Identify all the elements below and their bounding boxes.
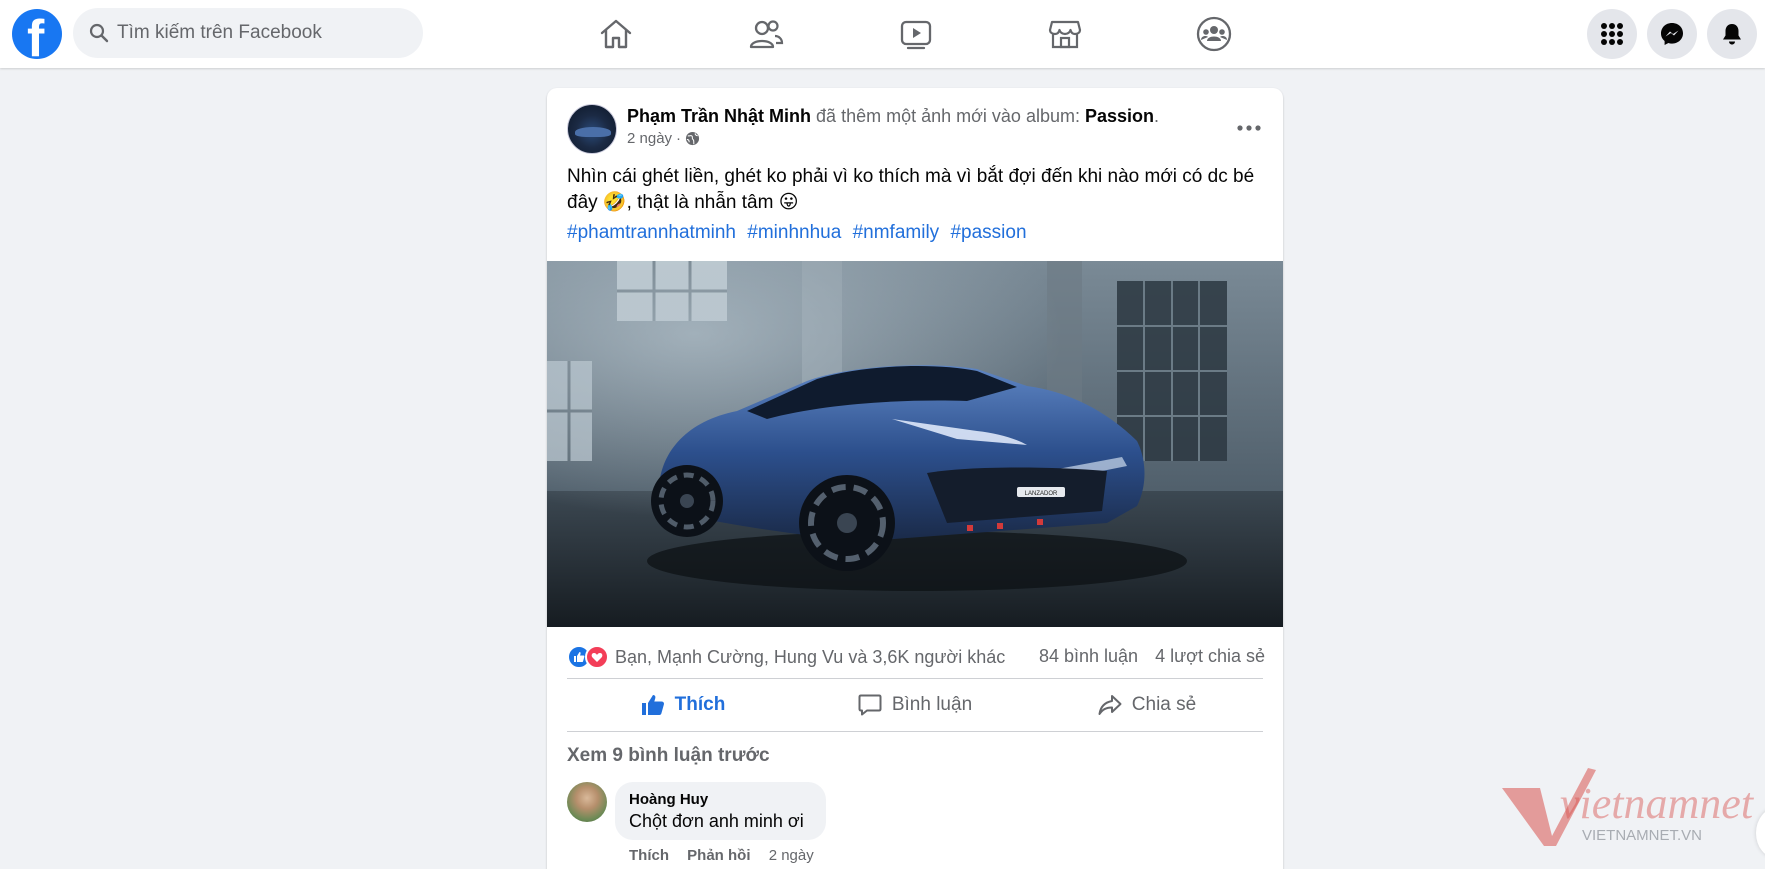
messenger-icon[interactable] bbox=[1647, 9, 1697, 59]
marketplace-icon[interactable] bbox=[1035, 12, 1095, 56]
notifications-bell-icon[interactable] bbox=[1707, 9, 1757, 59]
like-label: Thích bbox=[674, 694, 726, 715]
comment-time[interactable]: 2 ngày bbox=[769, 847, 814, 864]
post-action-text: đã thêm một ảnh mới vào album: bbox=[816, 106, 1080, 126]
post-actions: Thích Bình luận Chia sẻ bbox=[567, 680, 1263, 730]
tongue-emoji: 😛 bbox=[778, 192, 799, 213]
post-text-part-a: đây bbox=[567, 192, 598, 213]
hashtag-link[interactable]: #phamtrannhatminh bbox=[567, 222, 736, 243]
comment-like-link[interactable]: Thích bbox=[629, 847, 669, 864]
friends-icon[interactable] bbox=[736, 12, 796, 56]
post-text-line-2: đây 🤣, thật là nhẫn tâm 😛 bbox=[567, 190, 1267, 216]
post-text-part-b: , thật là nhẫn tâm bbox=[626, 192, 774, 213]
rofl-emoji: 🤣 bbox=[602, 192, 627, 213]
share-icon bbox=[1098, 695, 1122, 715]
love-reaction-icon bbox=[585, 645, 609, 669]
album-suffix: . bbox=[1154, 106, 1160, 126]
post-text-line-1: Nhìn cái ghét liền, ghét ko phải vì ko t… bbox=[567, 166, 1255, 187]
comment-icon bbox=[858, 694, 882, 716]
divider bbox=[567, 731, 1263, 732]
commenter-name[interactable]: Hoàng Huy bbox=[629, 790, 812, 809]
globe-icon bbox=[685, 131, 700, 146]
post-header: Phạm Trần Nhật Minh đã thêm một ảnh mới … bbox=[627, 104, 1159, 128]
hashtag-link[interactable]: #nmfamily bbox=[853, 222, 940, 243]
shares-count[interactable]: 4 lượt chia sẻ bbox=[1155, 646, 1265, 666]
vietnamnet-watermark: vietnamnet VIETNAMNET.VN bbox=[1500, 758, 1760, 848]
hashtag-link[interactable]: #minhnhua bbox=[747, 222, 841, 243]
search-input[interactable] bbox=[117, 8, 407, 58]
share-label: Chia sẻ bbox=[1131, 694, 1197, 715]
thumbs-up-icon bbox=[641, 695, 664, 715]
hashtag-link[interactable]: #passion bbox=[950, 222, 1026, 243]
comment-text: Chột đơn anh minh ơi bbox=[629, 811, 804, 831]
search-icon bbox=[89, 23, 109, 43]
car-photo-illustration: LANZADOR bbox=[547, 261, 1283, 627]
search-box[interactable] bbox=[73, 8, 423, 58]
author-avatar[interactable] bbox=[567, 104, 617, 154]
author-name[interactable]: Phạm Trần Nhật Minh bbox=[627, 106, 811, 126]
album-link[interactable]: Passion bbox=[1085, 106, 1154, 126]
car-plate-text: LANZADOR bbox=[1025, 491, 1058, 497]
reactions-summary[interactable]: Bạn, Mạnh Cường, Hung Vu và 3,6K người k… bbox=[567, 642, 1005, 672]
menu-grid-icon[interactable] bbox=[1587, 9, 1637, 59]
engagement-counts: 84 bình luận 4 lượt chia sẻ bbox=[1027, 646, 1265, 667]
groups-icon[interactable] bbox=[1184, 12, 1244, 56]
post-meta: 2 ngày · bbox=[627, 130, 700, 147]
post-text: Nhìn cái ghét liền, ghét ko phải vì ko t… bbox=[567, 164, 1267, 216]
divider bbox=[567, 678, 1263, 679]
commenter-avatar[interactable] bbox=[567, 782, 607, 822]
hashtags: #phamtrannhatminh #minhnhua #nmfamily #p… bbox=[567, 222, 1033, 244]
watermark-domain: VIETNAMNET.VN bbox=[1582, 827, 1702, 844]
post-time[interactable]: 2 ngày bbox=[627, 130, 672, 147]
comment-actions: Thích Phản hồi 2 ngày bbox=[629, 847, 814, 864]
view-previous-comments[interactable]: Xem 9 bình luận trước bbox=[567, 745, 770, 767]
watch-icon[interactable] bbox=[886, 12, 946, 56]
reactions-text: Bạn, Mạnh Cường, Hung Vu và 3,6K người k… bbox=[615, 646, 1006, 667]
post-card: Phạm Trần Nhật Minh đã thêm một ảnh mới … bbox=[547, 88, 1283, 869]
share-button[interactable]: Chia sẻ bbox=[1031, 680, 1263, 730]
meta-separator: · bbox=[676, 130, 682, 147]
comments-count[interactable]: 84 bình luận bbox=[1039, 646, 1138, 666]
facebook-logo-letter: f bbox=[27, 10, 45, 59]
comment-button[interactable]: Bình luận bbox=[799, 680, 1031, 730]
post-photo[interactable]: LANZADOR bbox=[547, 261, 1283, 627]
facebook-logo[interactable]: f bbox=[12, 9, 62, 59]
home-icon[interactable] bbox=[586, 12, 646, 56]
top-navigation-bar: f bbox=[0, 0, 1765, 68]
comment-reply-link[interactable]: Phản hồi bbox=[687, 847, 750, 864]
more-options-icon[interactable] bbox=[1229, 110, 1269, 146]
comment-bubble: Hoàng Huy Chột đơn anh minh ơi bbox=[615, 782, 826, 840]
watermark-brand: vietnamnet bbox=[1560, 779, 1755, 828]
like-button[interactable]: Thích bbox=[567, 680, 799, 730]
comment-label: Bình luận bbox=[891, 694, 973, 715]
